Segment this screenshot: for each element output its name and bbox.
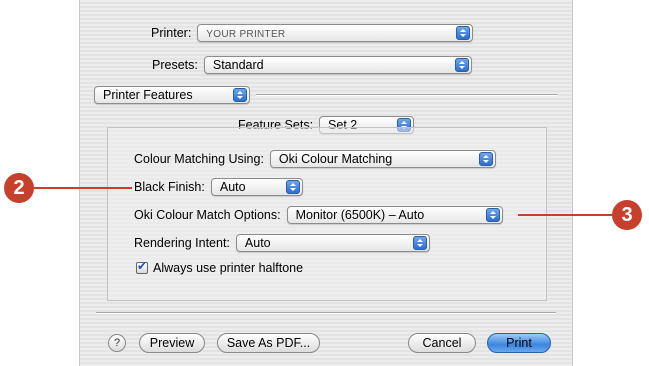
colour-matching-row: Colour Matching Using: Oki Colour Matchi… [134,150,496,168]
callout-2-line [32,187,132,189]
cancel-button[interactable]: Cancel [408,333,476,353]
oki-colour-match-label: Oki Colour Match Options: [134,208,281,222]
colour-matching-label: Colour Matching Using: [134,152,264,166]
popup-arrows-icon [478,152,493,166]
callout-2-marker: 2 [4,173,34,203]
popup-arrows-icon [454,58,469,72]
save-as-pdf-button[interactable]: Save As PDF... [217,333,320,353]
popup-arrows-icon [485,208,500,222]
preview-button[interactable]: Preview [139,333,205,353]
colour-matching-value: Oki Colour Matching [278,152,393,166]
bottom-separator [96,312,556,314]
printer-value: YOUR PRINTER [206,29,286,40]
black-finish-row: Black Finish: Auto [134,178,303,196]
popup-arrows-icon [285,180,300,194]
black-finish-popup[interactable]: Auto [210,178,303,196]
halftone-label: Always use printer halftone [153,261,304,275]
popup-arrows-icon [412,236,427,250]
printer-row: Printer: YOUR PRINTER [151,24,474,42]
print-dialog: Printer: YOUR PRINTER Presets: Standard … [79,0,573,366]
panel-select-popup[interactable]: Printer Features [94,86,250,104]
oki-colour-match-row: Oki Colour Match Options: Monitor (6500K… [134,206,503,224]
black-finish-label: Black Finish: [134,180,205,194]
help-button[interactable]: ? [108,334,126,352]
panel-separator [256,94,558,96]
popup-arrows-icon [456,26,471,40]
halftone-row[interactable]: Always use printer halftone [136,259,304,275]
printer-label: Printer: [151,26,192,40]
print-button[interactable]: Print [487,333,551,353]
presets-label: Presets: [152,58,198,72]
panel-select-value: Printer Features [103,88,193,102]
presets-popup[interactable]: Standard [203,56,472,74]
rendering-intent-label: Rendering Intent: [134,236,230,250]
callout-3-marker: 3 [612,200,642,230]
rendering-intent-value: Auto [244,236,271,250]
presets-value: Standard [212,58,264,72]
panel-select-row: Printer Features [94,86,250,104]
presets-row: Presets: Standard [152,56,472,74]
printer-popup[interactable]: YOUR PRINTER [197,24,474,42]
oki-colour-match-value: Monitor (6500K) – Auto [295,208,425,222]
callout-3-line [518,214,614,216]
halftone-checkbox[interactable] [136,259,148,274]
oki-colour-match-popup[interactable]: Monitor (6500K) – Auto [286,206,503,224]
colour-matching-popup[interactable]: Oki Colour Matching [269,150,496,168]
black-finish-value: Auto [219,180,246,194]
popup-arrows-icon [233,88,247,102]
rendering-intent-row: Rendering Intent: Auto [134,234,430,252]
rendering-intent-popup[interactable]: Auto [235,234,430,252]
